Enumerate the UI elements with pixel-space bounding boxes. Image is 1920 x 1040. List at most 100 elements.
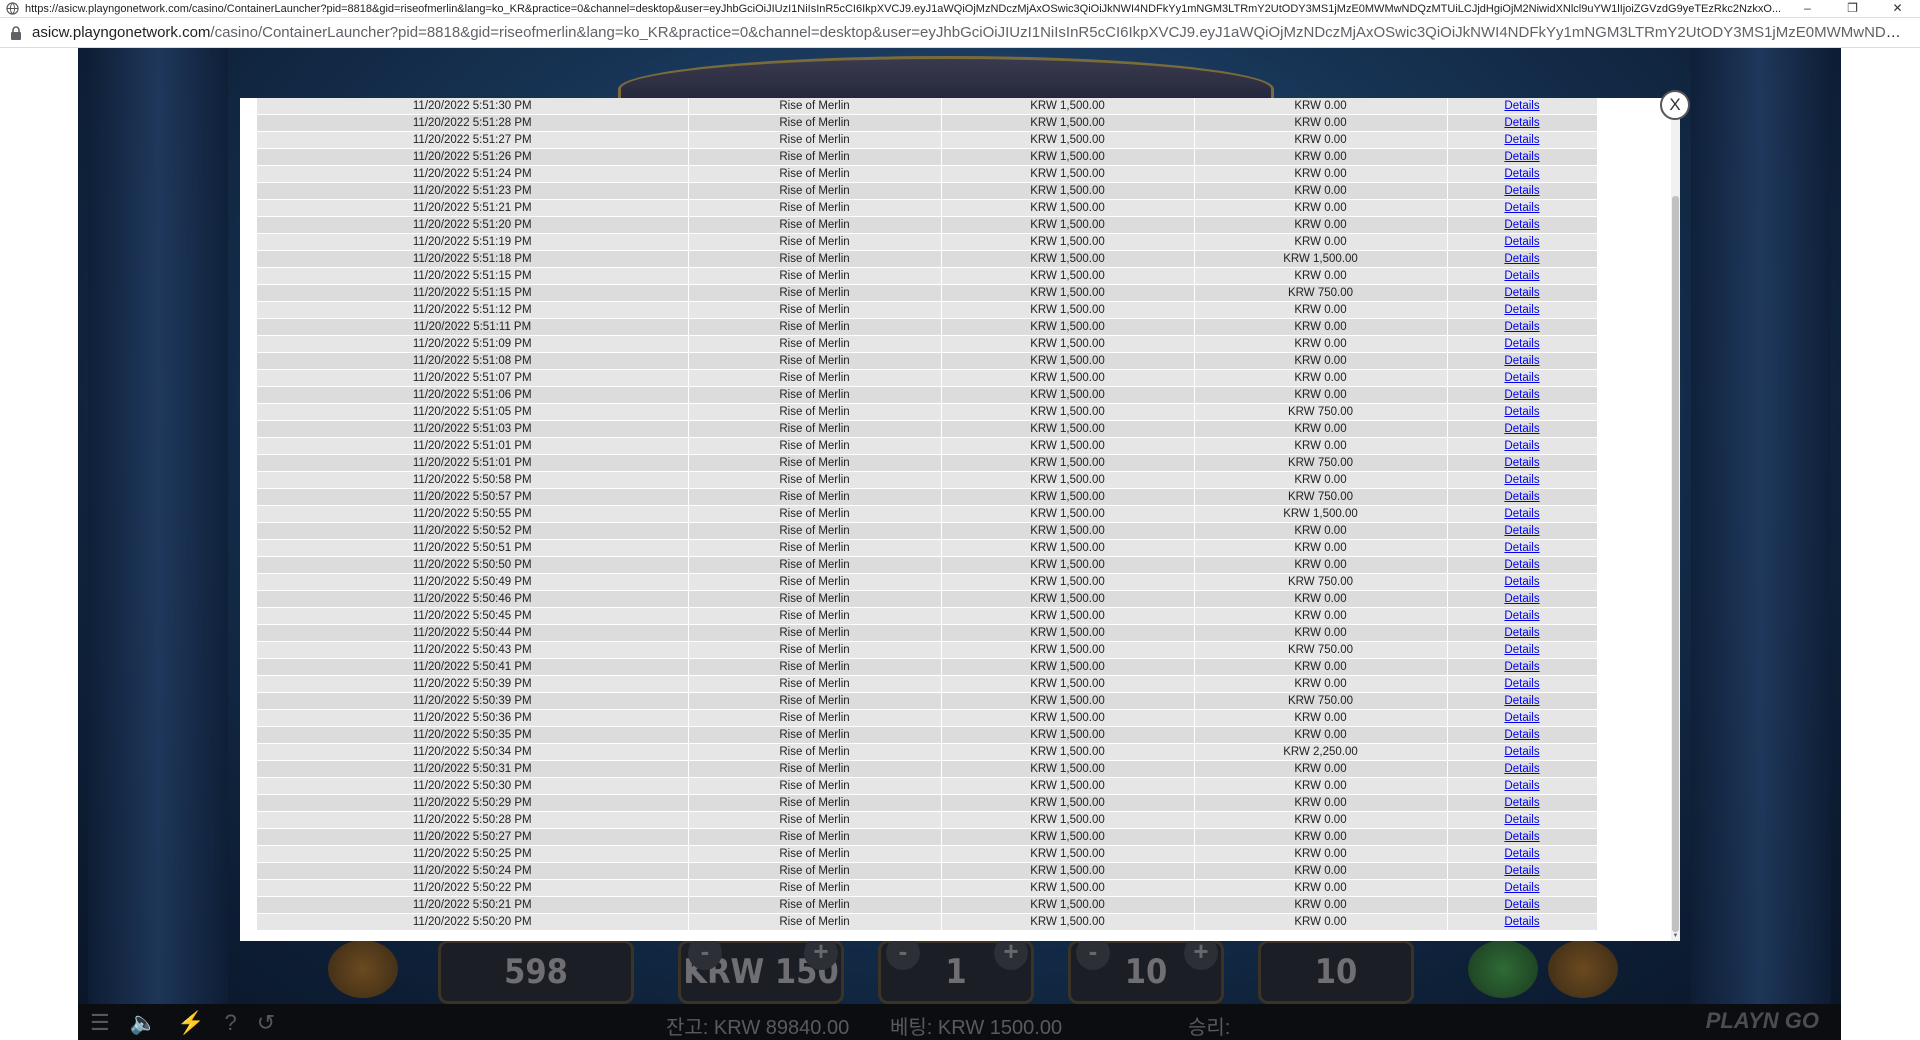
- details-link[interactable]: Details: [1504, 134, 1539, 146]
- sound-icon[interactable]: 🔈: [130, 1010, 157, 1036]
- row-date: 11/20/2022 5:51:27 PM: [257, 131, 689, 149]
- row-game: Rise of Merlin: [688, 98, 942, 115]
- details-link[interactable]: Details: [1504, 117, 1539, 129]
- modal-scrollbar[interactable]: ▲ ▼: [1671, 98, 1680, 941]
- minimize-button[interactable]: –: [1785, 0, 1830, 17]
- details-link[interactable]: Details: [1504, 321, 1539, 333]
- row-date: 11/20/2022 5:50:46 PM: [257, 590, 689, 608]
- details-link[interactable]: Details: [1504, 661, 1539, 673]
- scroll-down-arrow[interactable]: ▼: [1672, 933, 1679, 941]
- details-link[interactable]: Details: [1504, 168, 1539, 180]
- details-link[interactable]: Details: [1504, 865, 1539, 877]
- row-date: 11/20/2022 5:51:08 PM: [257, 352, 689, 370]
- details-link[interactable]: Details: [1504, 729, 1539, 741]
- row-bet: KRW 1,500.00: [941, 794, 1195, 812]
- details-link[interactable]: Details: [1504, 780, 1539, 792]
- row-win: KRW 0.00: [1194, 522, 1448, 540]
- autoplay-button[interactable]: [1548, 940, 1618, 998]
- details-link[interactable]: Details: [1504, 474, 1539, 486]
- row-game: Rise of Merlin: [688, 811, 942, 829]
- help-icon[interactable]: ?: [225, 1010, 237, 1036]
- details-link[interactable]: Details: [1504, 508, 1539, 520]
- details-link[interactable]: Details: [1504, 491, 1539, 503]
- details-link[interactable]: Details: [1504, 338, 1539, 350]
- address-bar[interactable]: asicw.playngonetwork.com/casino/Containe…: [0, 18, 1920, 48]
- details-link[interactable]: Details: [1504, 151, 1539, 163]
- details-link[interactable]: Details: [1504, 202, 1539, 214]
- details-link[interactable]: Details: [1504, 253, 1539, 265]
- table-row: 11/20/2022 5:50:31 PM Rise of Merlin KRW 1…: [257, 760, 1597, 778]
- row-bet: KRW 1,500.00: [941, 318, 1195, 336]
- details-link[interactable]: Details: [1504, 814, 1539, 826]
- row-details: Details: [1447, 777, 1597, 795]
- row-date: 11/20/2022 5:50:21 PM: [257, 896, 689, 914]
- details-link[interactable]: Details: [1504, 916, 1539, 928]
- details-link[interactable]: Details: [1504, 423, 1539, 435]
- row-game: Rise of Merlin: [688, 216, 942, 234]
- details-link[interactable]: Details: [1504, 559, 1539, 571]
- details-link[interactable]: Details: [1504, 797, 1539, 809]
- restore-button[interactable]: ❐: [1830, 0, 1875, 17]
- left-coin-button[interactable]: [328, 940, 398, 998]
- details-link[interactable]: Details: [1504, 610, 1539, 622]
- coin-minus-button[interactable]: -: [1076, 936, 1110, 970]
- details-link[interactable]: Details: [1504, 100, 1539, 112]
- details-link[interactable]: Details: [1504, 678, 1539, 690]
- row-bet: KRW 1,500.00: [941, 573, 1195, 591]
- level-minus-button[interactable]: -: [886, 936, 920, 970]
- details-link[interactable]: Details: [1504, 457, 1539, 469]
- details-link[interactable]: Details: [1504, 831, 1539, 843]
- row-details: Details: [1447, 794, 1597, 812]
- bet-plus-button[interactable]: +: [804, 936, 838, 970]
- row-win: KRW 0.00: [1194, 896, 1448, 914]
- spin-button[interactable]: [1468, 940, 1538, 998]
- details-link[interactable]: Details: [1504, 746, 1539, 758]
- details-link[interactable]: Details: [1504, 304, 1539, 316]
- details-link[interactable]: Details: [1504, 542, 1539, 554]
- bet-minus-button[interactable]: -: [688, 936, 722, 970]
- details-link[interactable]: Details: [1504, 848, 1539, 860]
- details-link[interactable]: Details: [1504, 712, 1539, 724]
- details-link[interactable]: Details: [1504, 593, 1539, 605]
- details-link[interactable]: Details: [1504, 406, 1539, 418]
- level-plus-button[interactable]: +: [994, 936, 1028, 970]
- row-game: Rise of Merlin: [688, 828, 942, 846]
- details-link[interactable]: Details: [1504, 627, 1539, 639]
- details-link[interactable]: Details: [1504, 219, 1539, 231]
- history-icon[interactable]: ↺: [257, 1010, 275, 1036]
- details-link[interactable]: Details: [1504, 576, 1539, 588]
- row-date: 11/20/2022 5:50:58 PM: [257, 471, 689, 489]
- history-table-container[interactable]: 11/20/2022 5:51:30 PM Rise of Merlin KRW 1…: [257, 98, 1597, 931]
- details-link[interactable]: Details: [1504, 644, 1539, 656]
- details-link[interactable]: Details: [1504, 389, 1539, 401]
- modal-close-button[interactable]: X: [1660, 90, 1690, 120]
- menu-icon[interactable]: ☰: [90, 1010, 110, 1036]
- row-details: Details: [1447, 709, 1597, 727]
- row-date: 11/20/2022 5:50:36 PM: [257, 709, 689, 727]
- row-bet: KRW 1,500.00: [941, 148, 1195, 166]
- details-link[interactable]: Details: [1504, 525, 1539, 537]
- coin-plus-button[interactable]: +: [1184, 936, 1218, 970]
- details-link[interactable]: Details: [1504, 287, 1539, 299]
- row-bet: KRW 1,500.00: [941, 845, 1195, 863]
- row-details: Details: [1447, 845, 1597, 863]
- details-link[interactable]: Details: [1504, 440, 1539, 452]
- details-link[interactable]: Details: [1504, 372, 1539, 384]
- window-close-button[interactable]: ✕: [1875, 0, 1920, 17]
- url-text[interactable]: asicw.playngonetwork.com/casino/Containe…: [32, 24, 1912, 41]
- scrollbar-thumb[interactable]: [1672, 196, 1679, 932]
- turbo-icon[interactable]: ⚡: [177, 1010, 204, 1036]
- details-link[interactable]: Details: [1504, 270, 1539, 282]
- row-win: KRW 0.00: [1194, 335, 1448, 353]
- row-details: Details: [1447, 471, 1597, 489]
- details-link[interactable]: Details: [1504, 355, 1539, 367]
- details-link[interactable]: Details: [1504, 763, 1539, 775]
- details-link[interactable]: Details: [1504, 236, 1539, 248]
- details-link[interactable]: Details: [1504, 695, 1539, 707]
- details-link[interactable]: Details: [1504, 899, 1539, 911]
- details-link[interactable]: Details: [1504, 185, 1539, 197]
- details-link[interactable]: Details: [1504, 882, 1539, 894]
- table-row: 11/20/2022 5:50:39 PM Rise of Merlin KRW 1…: [257, 675, 1597, 693]
- row-bet: KRW 1,500.00: [941, 811, 1195, 829]
- row-bet: KRW 1,500.00: [941, 386, 1195, 404]
